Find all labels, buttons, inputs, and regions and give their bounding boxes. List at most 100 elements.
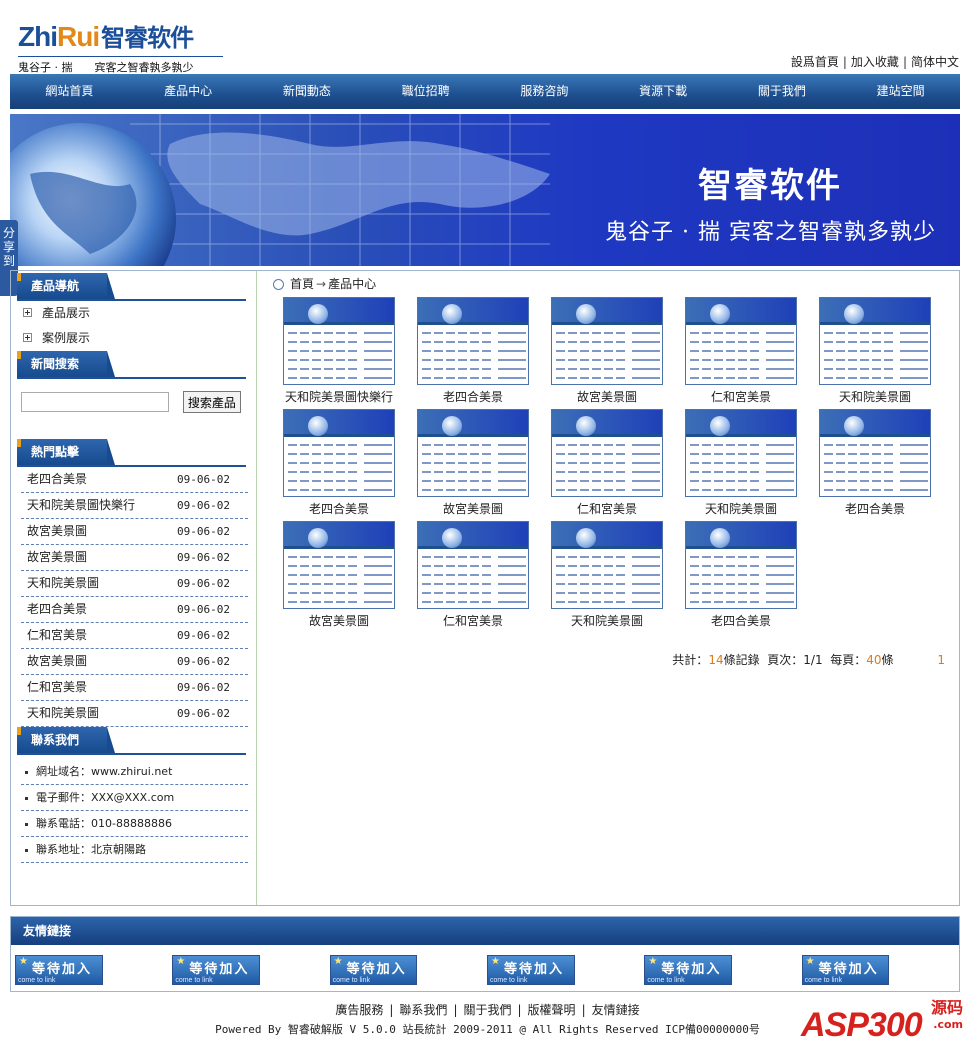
site-logo[interactable]: ZhiRui智睿软件 鬼谷子 · 揣 宾客之智睿孰多孰少 bbox=[18, 22, 228, 74]
list-item[interactable]: 故宮美景圖 09-06-02 bbox=[21, 519, 248, 545]
friend-link-badge[interactable]: ★ 等待加入 come to link bbox=[329, 955, 418, 985]
language-link[interactable]: 简体中文 bbox=[911, 55, 959, 69]
product-card[interactable]: 老四合美景 bbox=[819, 409, 953, 517]
product-content: 首頁 → 產品中心 天和院美景圖快樂行 老四合美景 故宮美景圖 仁和宮美景 天和院美景圖 老四… bbox=[273, 275, 953, 667]
product-thumbnail[interactable] bbox=[283, 297, 395, 385]
hot-list: 老四合美景 09-06-02 天和院美景圖快樂行 09-06-02 故宮美景圖 09-… bbox=[11, 467, 256, 727]
product-card[interactable]: 老四合美景 bbox=[283, 409, 417, 517]
globe-icon bbox=[442, 304, 462, 324]
product-thumbnail[interactable] bbox=[417, 409, 529, 497]
add-favorite-link[interactable]: 加入收藏 bbox=[851, 55, 899, 69]
product-caption[interactable]: 故宮美景圖 bbox=[417, 500, 529, 517]
product-card[interactable]: 老四合美景 bbox=[417, 297, 551, 405]
friend-link-badge[interactable]: ★ 等待加入 come to link bbox=[644, 955, 733, 985]
product-thumbnail[interactable] bbox=[283, 521, 395, 609]
product-caption[interactable]: 仁和宮美景 bbox=[551, 500, 663, 517]
list-item[interactable]: 故宮美景圖 09-06-02 bbox=[21, 649, 248, 675]
product-thumbnail[interactable] bbox=[551, 297, 663, 385]
footer-ads-link[interactable]: 廣告服務 bbox=[335, 1003, 383, 1017]
circle-icon bbox=[273, 279, 284, 290]
product-thumbnail[interactable] bbox=[685, 409, 797, 497]
product-caption[interactable]: 老四合美景 bbox=[283, 500, 395, 517]
product-nav-title: 產品導航 bbox=[17, 273, 115, 299]
contact-website: 網址域名：www.zhirui.net bbox=[21, 759, 248, 785]
list-item[interactable]: 仁和宮美景 09-06-02 bbox=[21, 675, 248, 701]
product-caption[interactable]: 仁和宮美景 bbox=[685, 388, 797, 405]
nav-service[interactable]: 服務咨詢 bbox=[485, 74, 604, 109]
list-item[interactable]: 天和院美景圖快樂行 09-06-02 bbox=[21, 493, 248, 519]
footer-copyright-link[interactable]: 版權聲明 bbox=[528, 1003, 576, 1017]
list-item[interactable]: 故宮美景圖 09-06-02 bbox=[21, 545, 248, 571]
product-thumbnail[interactable] bbox=[417, 521, 529, 609]
expand-plus-icon[interactable] bbox=[23, 308, 32, 317]
product-thumbnail[interactable] bbox=[819, 409, 931, 497]
list-item[interactable]: 天和院美景圖 09-06-02 bbox=[21, 701, 248, 727]
product-card[interactable]: 仁和宮美景 bbox=[417, 521, 551, 629]
friend-link-badge[interactable]: ★ 等待加入 come to link bbox=[172, 955, 261, 985]
product-thumbnail[interactable] bbox=[417, 297, 529, 385]
product-caption[interactable]: 天和院美景圖 bbox=[819, 388, 931, 405]
nav-products[interactable]: 產品中心 bbox=[129, 74, 248, 109]
product-thumbnail[interactable] bbox=[551, 409, 663, 497]
product-card[interactable]: 天和院美景圖 bbox=[685, 409, 819, 517]
product-caption[interactable]: 天和院美景圖 bbox=[551, 612, 663, 629]
product-caption[interactable]: 天和院美景圖 bbox=[685, 500, 797, 517]
product-card[interactable]: 天和院美景圖 bbox=[551, 521, 685, 629]
product-caption[interactable]: 故宮美景圖 bbox=[283, 612, 395, 629]
product-thumbnail[interactable] bbox=[283, 409, 395, 497]
friend-link-badge[interactable]: ★ 等待加入 come to link bbox=[486, 955, 575, 985]
search-input[interactable] bbox=[21, 392, 169, 412]
nav-hosting[interactable]: 建站空間 bbox=[841, 74, 960, 109]
product-thumbnail[interactable] bbox=[685, 521, 797, 609]
set-homepage-link[interactable]: 設爲首頁 bbox=[791, 55, 839, 69]
friend-link-badge[interactable]: ★ 等待加入 come to link bbox=[15, 955, 103, 985]
expand-plus-icon[interactable] bbox=[23, 333, 32, 342]
search-row: 搜索產品 bbox=[11, 379, 256, 435]
news-search-title: 新聞搜索 bbox=[17, 351, 115, 377]
footer-contact-link[interactable]: 聯系我們 bbox=[399, 1003, 447, 1017]
breadcrumb-home[interactable]: 首頁 bbox=[290, 277, 314, 291]
arrow-icon: → bbox=[316, 277, 327, 291]
product-thumbnail[interactable] bbox=[551, 521, 663, 609]
product-caption[interactable]: 老四合美景 bbox=[417, 388, 529, 405]
list-item[interactable]: 仁和宮美景 09-06-02 bbox=[21, 623, 248, 649]
friend-links-title: 友情鏈接 bbox=[11, 917, 959, 945]
product-card[interactable]: 仁和宮美景 bbox=[685, 297, 819, 405]
product-card[interactable]: 仁和宮美景 bbox=[551, 409, 685, 517]
list-item[interactable]: 老四合美景 09-06-02 bbox=[21, 467, 248, 493]
footer-about-link[interactable]: 關于我們 bbox=[463, 1003, 511, 1017]
product-thumbnail[interactable] bbox=[819, 297, 931, 385]
list-item[interactable]: 天和院美景圖 09-06-02 bbox=[21, 571, 248, 597]
star-icon: ★ bbox=[805, 956, 815, 967]
product-nav-header: 產品導航 bbox=[17, 273, 256, 301]
product-card[interactable]: 故宮美景圖 bbox=[417, 409, 551, 517]
product-card[interactable]: 老四合美景 bbox=[685, 521, 819, 629]
nav-about[interactable]: 關于我們 bbox=[723, 74, 842, 109]
list-item[interactable]: 老四合美景 09-06-02 bbox=[21, 597, 248, 623]
nav-home[interactable]: 網站首頁 bbox=[10, 74, 129, 109]
product-card[interactable]: 天和院美景圖 bbox=[819, 297, 953, 405]
product-caption[interactable]: 故宮美景圖 bbox=[551, 388, 663, 405]
star-icon: ★ bbox=[19, 956, 28, 967]
banner-title: 智睿软件 bbox=[698, 166, 842, 206]
nav-jobs[interactable]: 職位招聘 bbox=[366, 74, 485, 109]
product-thumbnail[interactable] bbox=[685, 297, 797, 385]
category-case-display[interactable]: 案例展示 bbox=[11, 326, 256, 351]
nav-news[interactable]: 新聞動态 bbox=[248, 74, 367, 109]
nav-downloads[interactable]: 資源下載 bbox=[604, 74, 723, 109]
category-product-display[interactable]: 產品展示 bbox=[11, 301, 256, 326]
globe-icon bbox=[844, 416, 864, 436]
page-link-1[interactable]: 1 bbox=[937, 653, 945, 667]
product-card[interactable]: 天和院美景圖快樂行 bbox=[283, 297, 417, 405]
product-caption[interactable]: 老四合美景 bbox=[685, 612, 797, 629]
search-button[interactable]: 搜索產品 bbox=[182, 391, 241, 413]
product-caption[interactable]: 仁和宮美景 bbox=[417, 612, 529, 629]
product-caption[interactable]: 天和院美景圖快樂行 bbox=[283, 388, 395, 405]
product-card[interactable]: 故宮美景圖 bbox=[551, 297, 685, 405]
product-card[interactable]: 故宮美景圖 bbox=[283, 521, 417, 629]
footer-friend-link[interactable]: 友情鏈接 bbox=[592, 1003, 640, 1017]
product-caption[interactable]: 老四合美景 bbox=[819, 500, 931, 517]
friend-link-badge[interactable]: ★ 等待加入 come to link bbox=[801, 955, 890, 985]
globe-icon bbox=[710, 528, 730, 548]
main-nav: 網站首頁 產品中心 新聞動态 職位招聘 服務咨詢 資源下載 關于我們 建站空間 bbox=[10, 74, 960, 109]
